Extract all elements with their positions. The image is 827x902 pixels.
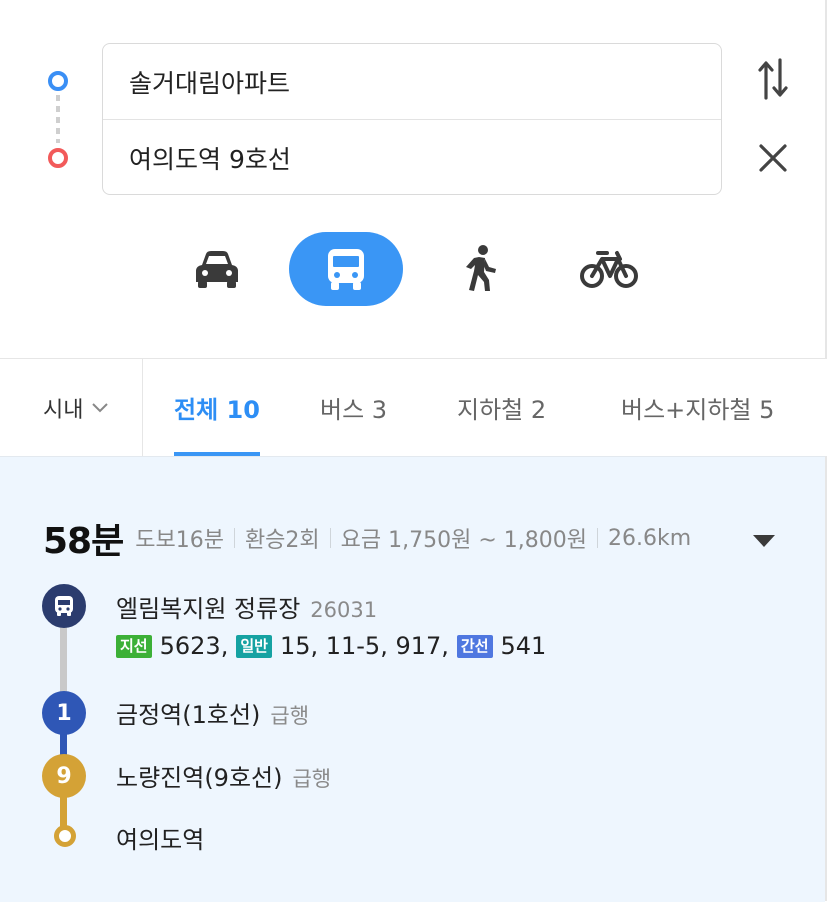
- route-connector: [56, 95, 60, 143]
- bus-route-list: 지선 5623, 일반 15, 11-5, 917, 간선 541: [116, 632, 546, 660]
- tab-subway-label: 지하철 2: [457, 396, 547, 424]
- tab-bus[interactable]: 버스 3: [320, 359, 387, 456]
- destination-input-value: 여의도역 9호선: [129, 144, 291, 174]
- close-icon: [759, 144, 787, 172]
- walk-time: 도보16분: [135, 528, 224, 553]
- search-box: 솔거대림아파트 여의도역 9호선: [102, 43, 722, 195]
- route-step[interactable]: 여의도역: [116, 820, 204, 855]
- destination-dot-icon: [48, 148, 68, 168]
- origin-input[interactable]: 솔거대림아파트: [129, 44, 711, 119]
- destination-input[interactable]: 여의도역 9호선: [129, 120, 711, 195]
- summary-separator: [233, 528, 235, 548]
- tab-bus-label: 버스 3: [320, 396, 388, 424]
- tab-all[interactable]: 전체 10: [174, 359, 260, 457]
- bus-routes: 15, 11-5, 917,: [279, 632, 449, 660]
- tab-subway[interactable]: 지하철 2: [457, 359, 546, 456]
- stop-name: 엘림복지원 정류장: [116, 595, 301, 623]
- fare: 요금 1,750원 ~ 1,800원: [340, 528, 587, 553]
- stop-id: 26031: [310, 598, 378, 622]
- bus-stop-marker: [42, 584, 86, 628]
- bicycle-icon: [580, 251, 638, 288]
- walk-mode-button[interactable]: [446, 232, 516, 306]
- bus-type-badge: 간선: [456, 634, 493, 658]
- express-label: 급행: [270, 704, 310, 728]
- chevron-down-icon: [92, 402, 109, 412]
- clear-button[interactable]: [752, 137, 794, 179]
- swap-arrows-icon: [758, 58, 788, 100]
- tab-all-label: 전체 10: [174, 396, 260, 424]
- walking-person-icon: [466, 245, 496, 291]
- region-dropdown[interactable]: 시내: [0, 359, 143, 456]
- expand-route-button[interactable]: [751, 532, 777, 550]
- destination-marker: [54, 825, 76, 847]
- swap-button[interactable]: [752, 58, 794, 100]
- stop-name: 여의도역: [116, 826, 205, 854]
- summary-separator: [329, 528, 331, 548]
- bus-routes: 541: [500, 632, 547, 660]
- tab-bus-subway[interactable]: 버스+지하철 5: [621, 359, 774, 456]
- subway-line9-marker: 9: [42, 754, 86, 798]
- bus-routes: 5623,: [159, 632, 229, 660]
- tab-bus-subway-label: 버스+지하철 5: [621, 396, 775, 424]
- car-icon: [196, 251, 238, 288]
- subway-line1-marker: 1: [42, 691, 86, 735]
- express-label: 급행: [292, 767, 332, 791]
- origin-dot-icon: [48, 71, 68, 91]
- bus-type-badge: 지선: [116, 634, 152, 658]
- transfer-count: 환승2회: [244, 528, 320, 553]
- route-step[interactable]: 노량진역(9호선) 급행: [116, 758, 331, 793]
- bus-icon: [328, 249, 364, 290]
- route-step[interactable]: 금정역(1호선) 급행: [116, 695, 309, 730]
- stop-name: 노량진역(9호선): [116, 764, 283, 792]
- bus-mode-button[interactable]: [289, 232, 403, 306]
- stop-name: 금정역(1호선): [116, 701, 261, 729]
- bike-mode-button[interactable]: [572, 232, 646, 306]
- route-segment-bus: [60, 625, 67, 700]
- bus-type-badge: 일반: [236, 634, 272, 658]
- origin-input-value: 솔거대림아파트: [129, 68, 291, 98]
- region-label: 시내: [43, 397, 84, 423]
- bus-icon: [55, 596, 73, 616]
- distance: 26.6km: [608, 525, 692, 551]
- route-summary[interactable]: 58분 도보16분 환승2회 요금 1,750원 ~ 1,800원 26.6km: [43, 512, 691, 564]
- car-mode-button[interactable]: [180, 232, 254, 306]
- route-step[interactable]: 엘림복지원 정류장 26031: [116, 589, 377, 624]
- summary-separator: [597, 528, 598, 548]
- route-type-tabs: 시내 전체 10 버스 3 지하철 2 버스+지하철 5: [0, 358, 827, 457]
- route-duration: 58분: [43, 521, 124, 562]
- caret-down-icon: [753, 535, 775, 547]
